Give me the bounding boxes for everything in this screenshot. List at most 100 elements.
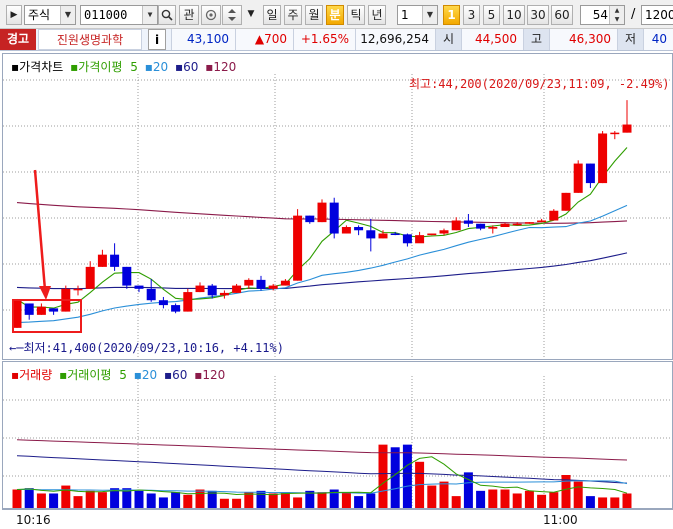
- candle-body: [293, 215, 303, 281]
- info-button[interactable]: i: [148, 29, 166, 50]
- link-button[interactable]: [201, 5, 221, 25]
- candle-body: [305, 215, 315, 223]
- candle-body: [73, 288, 83, 291]
- period-year-button[interactable]: 년: [368, 5, 386, 25]
- stepper-arrows-icon[interactable]: ▲ ▼: [609, 6, 624, 24]
- ma60-line: [16, 252, 628, 290]
- high-annotation: 최고:44,200(2020/09/23,11:09, -2.49%) ──→: [409, 77, 672, 91]
- candle-body: [549, 210, 559, 221]
- period-day-button[interactable]: 일: [263, 5, 281, 25]
- preset-30-button[interactable]: 30: [527, 5, 549, 25]
- scroll-stepper[interactable]: [222, 5, 242, 25]
- price-chart-pane[interactable]: 최고:44,200(2020/09/23,11:09, -2.49%) ──→ ←…: [2, 53, 673, 360]
- volume-ma20: 20: [141, 368, 158, 382]
- volume-bar: [61, 485, 71, 508]
- open-label: 시: [435, 29, 461, 50]
- high-value: 46,300: [549, 29, 617, 50]
- price-ma60: 60: [183, 60, 199, 74]
- volume-bar: [146, 493, 156, 508]
- volume-bar: [183, 494, 193, 508]
- preset-10-button[interactable]: 10: [503, 5, 525, 25]
- volume-bar: [402, 444, 412, 508]
- volume-bar: [171, 492, 181, 508]
- period-week-button[interactable]: 주: [284, 5, 302, 25]
- candle-body: [378, 233, 388, 239]
- volume-bar: [354, 496, 364, 508]
- candle-body: [476, 223, 486, 229]
- link-icon: [205, 9, 217, 21]
- low-label: 저: [617, 29, 643, 50]
- volume-bar: [232, 498, 242, 508]
- period-month-button[interactable]: 월: [305, 5, 323, 25]
- candle-body: [195, 285, 205, 293]
- search-button[interactable]: [158, 5, 176, 25]
- red-arrow-shaft: [33, 169, 47, 291]
- interval-select-value: 1: [401, 8, 409, 22]
- stock-name[interactable]: 진원생명과학: [38, 29, 142, 50]
- candle-body: [598, 133, 608, 184]
- chart-menu-button[interactable]: ▶: [6, 5, 22, 25]
- interval-select[interactable]: 1 ▼: [397, 5, 438, 25]
- volume-bar: [390, 447, 400, 508]
- volume-bar: [573, 481, 583, 508]
- preset-60-button[interactable]: 60: [551, 5, 573, 25]
- chevron-down-icon[interactable]: ▼: [422, 6, 437, 24]
- volume-bar: [36, 493, 46, 508]
- volume-bar: [97, 492, 107, 508]
- volume-bar: [439, 481, 449, 508]
- chevron-down-icon[interactable]: ▼: [142, 6, 157, 24]
- volume-bar: [476, 490, 486, 508]
- stock-code-input[interactable]: 011000 ▼: [80, 5, 158, 25]
- candle-body: [85, 266, 95, 289]
- candle-body: [24, 303, 34, 315]
- volume-bar: [378, 444, 388, 508]
- candle-body: [110, 254, 120, 267]
- legend-marker: ▪: [11, 60, 20, 74]
- legend-marker: ▪: [175, 60, 184, 74]
- count-stepper[interactable]: 54 ▲ ▼: [580, 5, 625, 25]
- candle-body: [280, 280, 290, 286]
- volume-bar: [341, 492, 351, 508]
- candle-body: [366, 230, 376, 239]
- market-select[interactable]: 주식 ▼: [24, 5, 76, 25]
- settings-button[interactable]: ▼: [244, 5, 258, 25]
- candle-body: [610, 132, 620, 135]
- volume-chart[interactable]: [3, 362, 672, 508]
- candle-body: [146, 288, 156, 301]
- interest-button[interactable]: 관: [179, 5, 199, 25]
- price-chart[interactable]: 최고:44,200(2020/09/23,11:09, -2.49%) ──→ ←…: [3, 54, 672, 359]
- total-count-input[interactable]: 1200: [641, 5, 673, 25]
- volume-bar: [49, 493, 59, 508]
- volume-bar: [12, 489, 22, 508]
- open-value: 44,500: [461, 29, 523, 50]
- preset-5-button[interactable]: 5: [483, 5, 500, 25]
- volume-bar: [158, 497, 168, 508]
- volume-bar: [85, 490, 95, 508]
- candle-body: [256, 279, 266, 289]
- period-tick-button[interactable]: 틱: [347, 5, 365, 25]
- volume-bar: [219, 498, 229, 508]
- volume-legend-title: 거래량: [19, 368, 53, 382]
- preset-1-button[interactable]: 1: [443, 5, 460, 25]
- volume-bar: [268, 493, 278, 508]
- price-change: ▲700: [235, 29, 293, 50]
- legend-marker: ▪: [163, 368, 173, 382]
- alert-badge: 경고: [0, 29, 36, 50]
- candle-body: [390, 233, 400, 236]
- candle-body: [402, 234, 412, 244]
- count-separator: /: [631, 7, 636, 22]
- price-ma5: 5: [130, 60, 138, 74]
- candle-body: [512, 223, 522, 226]
- volume-chart-pane[interactable]: ▪거래량 ▪거래이평 5 ▪20 ▪60 ▪120: [2, 361, 673, 509]
- price-legend-title: 가격차트: [19, 60, 64, 74]
- candle-body: [317, 202, 327, 223]
- candle-body: [573, 163, 583, 193]
- preset-3-button[interactable]: 3: [463, 5, 480, 25]
- time-tick-label: 10:16: [16, 513, 51, 527]
- price-ma120: 120: [213, 60, 237, 74]
- volume-bar: [73, 496, 83, 508]
- chevron-down-icon[interactable]: ▼: [60, 6, 75, 24]
- volume-legend: ▪거래량 ▪거래이평 5 ▪20 ▪60 ▪120: [11, 366, 225, 383]
- high-label: 고: [523, 29, 549, 50]
- period-minute-button[interactable]: 분: [326, 5, 344, 25]
